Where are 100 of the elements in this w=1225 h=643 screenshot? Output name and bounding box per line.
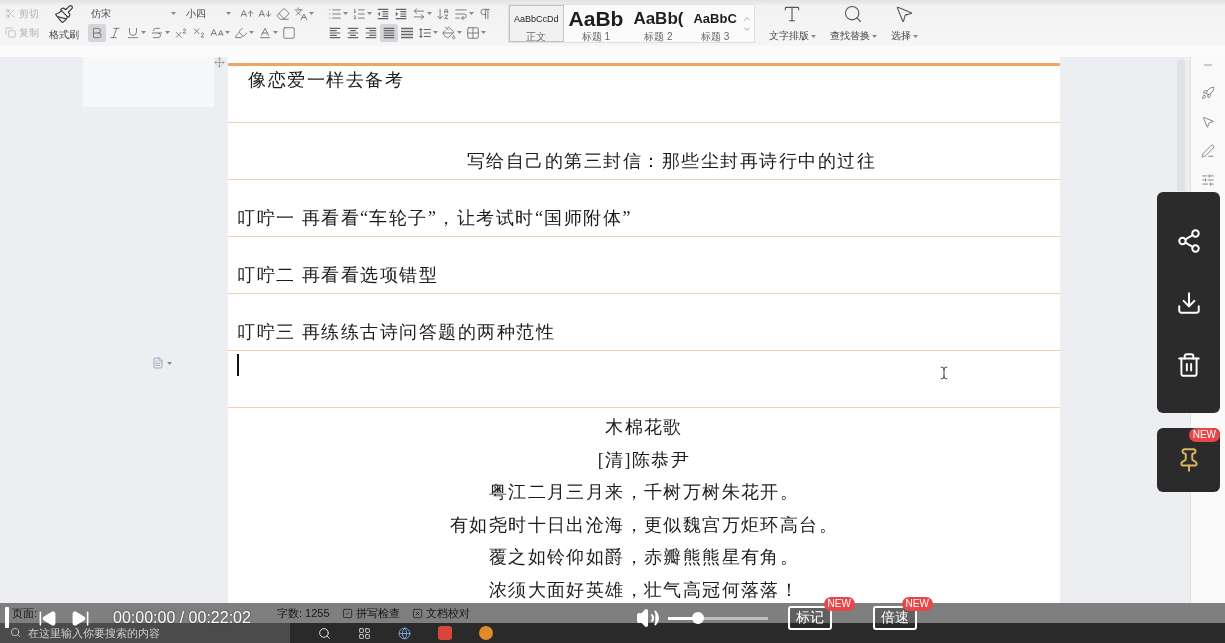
skip-back-icon: [38, 608, 57, 628]
caret-icon: [343, 12, 348, 15]
pin-button[interactable]: NEW: [1157, 428, 1220, 492]
rocket-icon[interactable]: [1201, 86, 1215, 100]
copy-icon: [5, 27, 16, 38]
align-right-icon: [364, 25, 378, 40]
pointer-icon[interactable]: [1201, 115, 1215, 129]
document-icon[interactable]: [152, 357, 164, 369]
sort-icon: [436, 6, 450, 21]
font-name-select[interactable]: 仿宋: [88, 5, 180, 22]
scissors-icon: [5, 8, 16, 19]
font-size-select[interactable]: 小四: [183, 5, 235, 22]
list-icon: [328, 6, 342, 21]
bold-button[interactable]: [88, 23, 106, 42]
move-handle-icon[interactable]: [214, 57, 225, 68]
paint-bucket-icon: [442, 25, 456, 40]
caret-icon: [171, 12, 176, 15]
caret-icon: [225, 31, 230, 34]
sliders-icon[interactable]: [1201, 173, 1215, 187]
player-button[interactable]: 标记: [787, 606, 832, 630]
pointer-icon: [894, 4, 915, 24]
select-button[interactable]: 选择: [888, 4, 920, 43]
task-view-icon[interactable]: [358, 626, 371, 640]
search-icon: [843, 4, 864, 24]
caret-icon: [165, 31, 170, 34]
status-text: 拼写检查: [355, 605, 400, 621]
search-icon[interactable]: [318, 626, 331, 640]
volume-button[interactable]: [635, 606, 660, 630]
scrollbar[interactable]: [1177, 59, 1185, 191]
shading-button[interactable]: [440, 23, 464, 42]
strikethrough-icon: [150, 25, 164, 40]
speaker-icon: [635, 606, 660, 630]
download-icon: [1175, 290, 1202, 316]
caret-icon: [226, 12, 231, 15]
format-painter-button[interactable]: 格式刷: [45, 4, 83, 42]
new-badge: NEW: [901, 597, 933, 611]
status-text: 字数: 1255: [277, 605, 330, 621]
share-button[interactable]: [1175, 228, 1202, 254]
tip-line: 叮咛一 再看看“车轮子”，让考试时“国师附体”: [237, 207, 632, 230]
line-spacing-icon: [418, 25, 432, 40]
caret-icon: [309, 12, 314, 15]
align-left-icon: [328, 25, 342, 40]
caret-icon: [481, 31, 486, 34]
status-text: 文档校对: [425, 605, 470, 621]
app-icon[interactable]: [479, 626, 493, 640]
find-replace-button[interactable]: 查找替换: [827, 4, 879, 43]
highlighter-icon: [234, 25, 248, 40]
numbered-list-icon: [352, 6, 366, 21]
bold-icon: [90, 25, 104, 40]
search-field[interactable]: 在这里输入你要搜索的内容: [0, 623, 290, 643]
checkbox-x-icon[interactable]: [411, 607, 423, 619]
poem-title: 木棉花歌: [605, 416, 683, 438]
checkbox-checked-icon[interactable]: [341, 607, 353, 619]
delete-button[interactable]: [1175, 352, 1202, 378]
caret-icon: [141, 31, 146, 34]
download-button[interactable]: [1175, 290, 1202, 316]
skip-forward-icon: [71, 608, 90, 628]
search-icon: [10, 627, 21, 638]
square-icon: [282, 25, 296, 40]
player-button[interactable]: 倍速: [872, 606, 917, 630]
document-heading: 像恋爱一样去备考: [248, 69, 404, 92]
poem-line: 粤江二月三月来，千树万树朱花开。: [488, 481, 800, 504]
wrap-icon: [454, 6, 468, 21]
caret-icon: [273, 31, 278, 34]
translate-icon: [294, 6, 308, 21]
text-caret: [237, 354, 239, 376]
globe-icon[interactable]: [398, 626, 411, 640]
pen-icon[interactable]: [1201, 144, 1215, 158]
next-button[interactable]: [71, 608, 90, 628]
subscript-icon: [192, 25, 206, 40]
grid-icon: [466, 25, 480, 40]
caret-icon: [871, 34, 877, 38]
share-icon: [1175, 228, 1202, 254]
align-center-icon: [346, 25, 360, 40]
tip-line: 叮咛三 再练练古诗问答题的两种范性: [237, 321, 555, 344]
caret-icon: [912, 34, 918, 38]
previous-button[interactable]: [38, 608, 57, 628]
caret-icon: [469, 12, 474, 15]
text-layout-button[interactable]: 文字排版: [766, 4, 818, 43]
align-justify-button[interactable]: [380, 23, 398, 42]
style-option[interactable]: AaBb( 标题 2: [628, 5, 689, 42]
letter-title: 写给自己的第三封信：那些尘封再诗行中的过往: [466, 150, 877, 173]
arrows-icon: [412, 6, 426, 21]
eraser-icon: [276, 6, 290, 21]
align-distributed-icon: [400, 25, 414, 40]
caret-icon: [433, 31, 438, 34]
style-option[interactable]: AaBbCcDd 正文: [509, 5, 564, 42]
style-option[interactable]: AaBb 标题 1: [563, 5, 629, 42]
tip-line: 叮咛二 再看看选项错型: [237, 264, 438, 287]
caret-icon: [367, 12, 372, 15]
poem-line: 覆之如铃仰如爵，赤瓣熊熊星有角。: [488, 546, 800, 569]
style-option[interactable]: AaBbC 标题 3: [688, 5, 742, 42]
letter-underline-icon: [258, 25, 272, 40]
poem-line: 有如尧时十日出沧海，更似魏宫万炬环高台。: [450, 513, 838, 536]
new-badge: NEW: [1188, 428, 1220, 442]
poem-author: [清]陈恭尹: [597, 448, 691, 471]
poem-line: 浓须大面好英雄，壮气高冠何落落！: [488, 578, 800, 601]
status-text: 页面:: [12, 605, 38, 621]
underline-icon: [126, 25, 140, 40]
caret-icon: [249, 31, 254, 34]
